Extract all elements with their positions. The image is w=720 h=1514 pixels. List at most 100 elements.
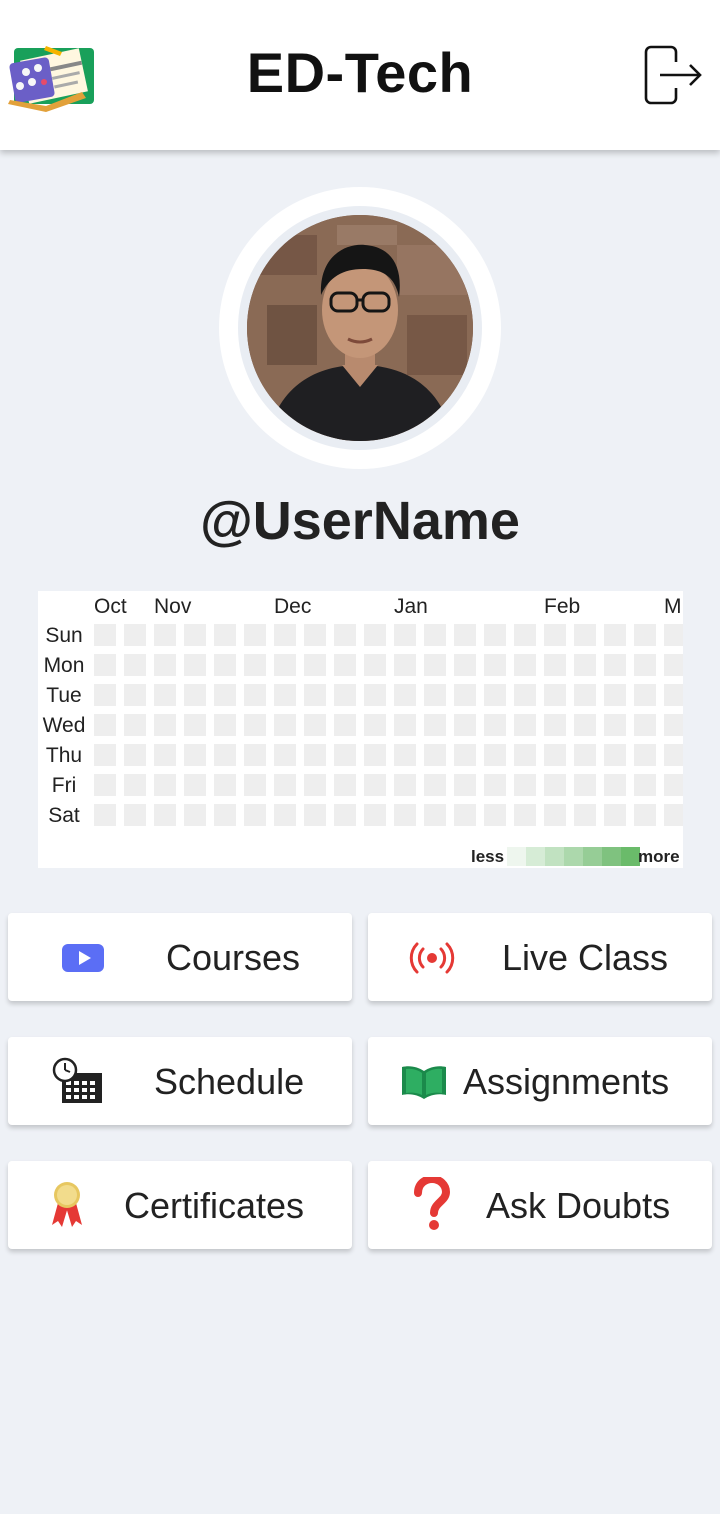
heatmap-cell <box>634 684 656 706</box>
heatmap-cell <box>544 774 566 796</box>
logout-icon[interactable] <box>642 44 704 106</box>
day-label: Fri <box>51 774 77 797</box>
heatmap-cell <box>574 714 596 736</box>
app-title: ED-Tech <box>246 41 474 104</box>
legend-swatch <box>564 847 583 866</box>
heatmap-cell <box>454 774 476 796</box>
courses-button[interactable]: Courses <box>8 913 352 1001</box>
heatmap-cell <box>124 744 146 766</box>
award-ribbon-icon <box>44 1179 96 1231</box>
legend-swatch <box>526 847 545 866</box>
heatmap-cell <box>214 774 236 796</box>
heatmap-cell <box>364 624 386 646</box>
heatmap-cell <box>424 684 446 706</box>
heatmap-cell <box>214 714 236 736</box>
heatmap-cell <box>454 714 476 736</box>
assignments-label: Assignments <box>463 1061 670 1102</box>
username: @UserName <box>200 491 520 551</box>
month-label: Oct <box>94 595 127 618</box>
heatmap-cell <box>664 654 683 676</box>
month-label: Feb <box>544 595 581 618</box>
heatmap-cell <box>664 804 683 826</box>
heatmap-cell <box>574 624 596 646</box>
heatmap-cell <box>94 714 116 736</box>
legend-less-label: less <box>471 847 505 866</box>
heatmap-cell <box>304 804 326 826</box>
schedule-button[interactable]: Schedule <box>8 1037 352 1125</box>
heatmap-cell <box>634 804 656 826</box>
heatmap-cell <box>514 744 536 766</box>
avatar[interactable] <box>247 215 473 441</box>
heatmap-cell <box>454 744 476 766</box>
heatmap-cell <box>484 804 506 826</box>
heatmap-cell <box>484 654 506 676</box>
heatmap-cell <box>574 804 596 826</box>
heatmap-cell <box>454 654 476 676</box>
heatmap-cell <box>634 774 656 796</box>
heatmap-cell <box>274 804 296 826</box>
heatmap-cell <box>94 744 116 766</box>
heatmap-cell <box>154 624 176 646</box>
heatmap-cell <box>124 624 146 646</box>
heatmap-cell <box>424 804 446 826</box>
heatmap-cell <box>274 744 296 766</box>
book-icon <box>398 1055 450 1107</box>
heatmap-cell <box>514 714 536 736</box>
day-label: Thu <box>45 744 83 767</box>
heatmap-cell <box>664 714 683 736</box>
heatmap-cell <box>304 684 326 706</box>
heatmap-cell <box>214 804 236 826</box>
assignments-button[interactable]: Assignments <box>368 1037 712 1125</box>
heatmap-cell <box>364 684 386 706</box>
heatmap-cell <box>634 744 656 766</box>
heatmap-cell <box>184 624 206 646</box>
heatmap-cell <box>454 624 476 646</box>
heatmap-cell <box>604 684 626 706</box>
heatmap-cell <box>304 654 326 676</box>
heatmap-cell <box>664 774 683 796</box>
heatmap-cell <box>394 804 416 826</box>
heatmap-cell <box>394 714 416 736</box>
heatmap-cell <box>274 774 296 796</box>
heatmap-cell <box>244 684 266 706</box>
heatmap-cell <box>94 684 116 706</box>
heatmap-cell <box>94 654 116 676</box>
ask-doubts-label: Ask Doubts <box>486 1185 671 1226</box>
heatmap-cell <box>334 744 356 766</box>
legend-swatch <box>507 847 526 866</box>
heatmap-cell <box>304 774 326 796</box>
heatmap-cell <box>124 774 146 796</box>
heatmap-cell <box>484 684 506 706</box>
heatmap-cell <box>544 684 566 706</box>
heatmap-cell <box>124 714 146 736</box>
heatmap-cell <box>154 654 176 676</box>
heatmap-cell <box>364 744 386 766</box>
courses-label: Courses <box>166 937 301 978</box>
app-logo[interactable] <box>6 42 96 112</box>
heatmap-cell <box>424 654 446 676</box>
heatmap-cell <box>334 654 356 676</box>
legend-swatch <box>583 847 602 866</box>
heatmap-cell <box>484 624 506 646</box>
heatmap-cell <box>184 774 206 796</box>
legend-more-label: more <box>638 847 680 866</box>
certificates-button[interactable]: Certificates <box>8 1161 352 1249</box>
ask-doubts-button[interactable]: Ask Doubts <box>368 1161 712 1249</box>
heatmap-cell <box>514 624 536 646</box>
heatmap-cell <box>334 774 356 796</box>
calendar-clock-icon <box>52 1057 104 1109</box>
live-class-button[interactable]: Live Class <box>368 913 712 1001</box>
broadcast-icon <box>408 931 460 983</box>
day-label: Wed <box>42 714 86 737</box>
heatmap-cell <box>214 624 236 646</box>
month-label: Dec <box>274 595 312 618</box>
activity-heatmap: Oct Nov Dec Jan Feb M Sun Mon Tue Wed Thu Fri Sat les… <box>38 591 683 868</box>
heatmap-cell <box>244 624 266 646</box>
heatmap-cell <box>544 744 566 766</box>
heatmap-cell <box>604 654 626 676</box>
heatmap-cell <box>94 624 116 646</box>
heatmap-cell <box>334 684 356 706</box>
certificates-label: Certificates <box>124 1185 305 1226</box>
schedule-label: Schedule <box>154 1061 305 1102</box>
heatmap-cell <box>574 774 596 796</box>
